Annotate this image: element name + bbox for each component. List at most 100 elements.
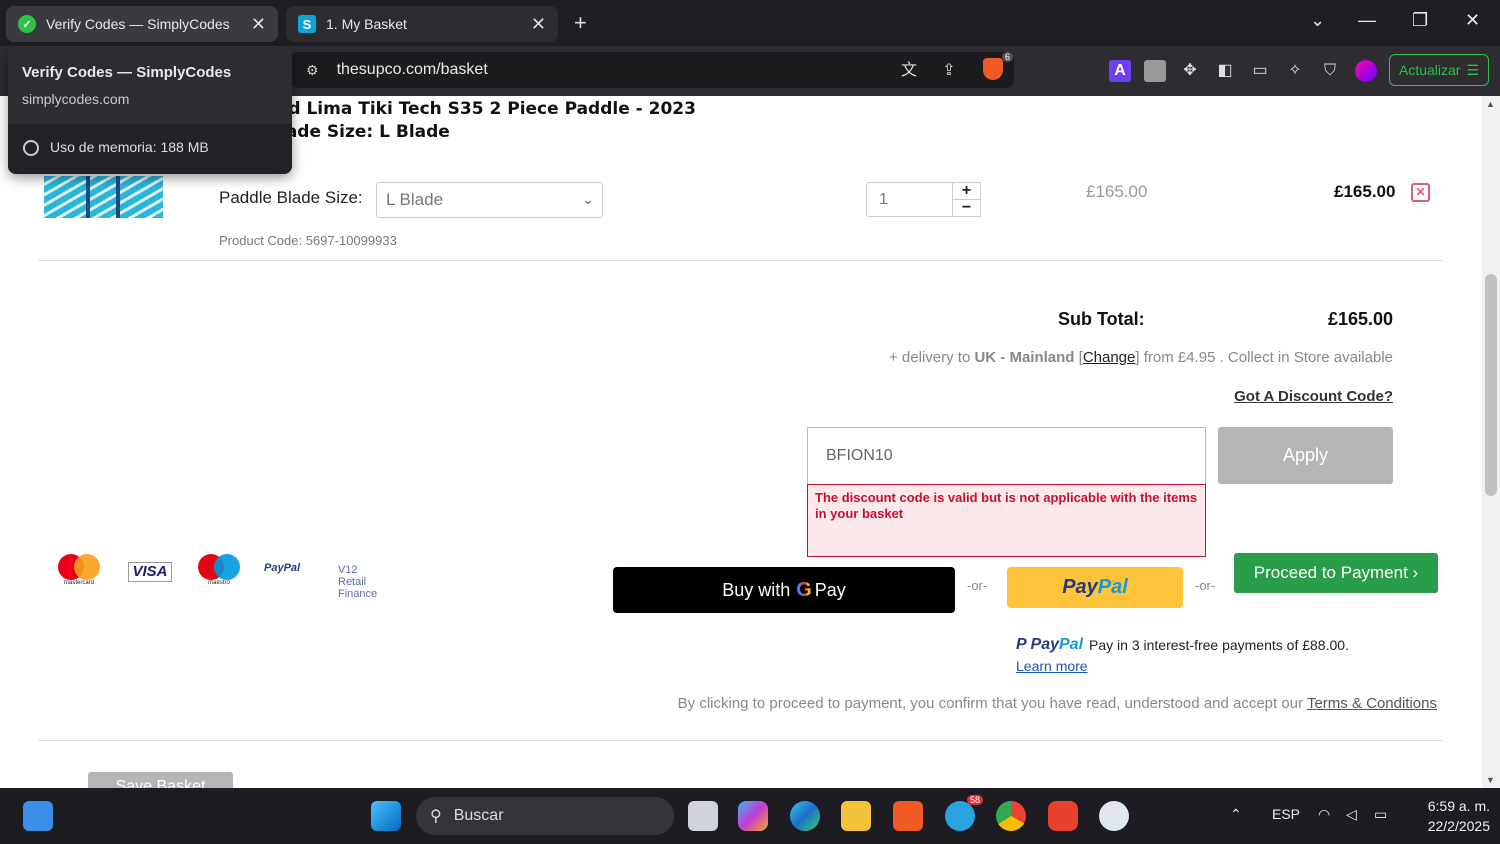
windows-taskbar: ⚲ Buscar 58 ⌃ ESP ◠ ◁ ▭ 6:59 a. m. 22/2/… [0,788,1500,844]
update-button[interactable]: Actualizar ☰ [1389,54,1489,86]
wifi-icon[interactable]: ◠ [1318,806,1330,823]
delivery-prefix: + delivery to [889,349,971,366]
scroll-down-arrow-icon[interactable]: ▼ [1486,775,1495,785]
blade-size-select[interactable]: L Blade ⌄ [376,182,603,218]
paypal-logo: PayPal [264,562,301,574]
file-explorer-icon[interactable] [841,801,871,831]
subtotal-label: Sub Total: [1058,309,1145,329]
brave-browser-icon[interactable] [893,801,923,831]
extensions-puzzle-icon[interactable]: ✥ [1179,60,1201,82]
apply-discount-button[interactable]: Apply [1218,427,1393,484]
quantity-decrease-button[interactable]: − [952,199,981,217]
taskbar-search[interactable]: ⚲ Buscar [416,797,674,835]
paypal-pay-in-3-message: P PayPal Pay in 3 interest-free payments… [1016,636,1349,654]
paypal-message-logo: P PayPal [1016,636,1084,653]
extension-a-icon[interactable]: A [1109,60,1131,82]
product-title-line: rd Lima Tiki Tech S35 2 Piece Paddle - 2… [280,99,696,119]
minimize-button[interactable]: — [1358,10,1376,31]
wallet-icon[interactable]: ▭ [1249,60,1271,82]
scroll-up-arrow-icon[interactable]: ▲ [1486,99,1495,109]
product-title[interactable]: rd Lima Tiki Tech S35 2 Piece Paddle - 2… [280,98,696,144]
delivery-suffix: from £4.95 . Collect in Store available [1143,349,1393,366]
size-label: Paddle Blade Size: [219,188,363,207]
language-indicator[interactable]: ESP [1272,806,1300,822]
browser-tab-strip: ✓ Verify Codes — SimplyCodes ✕ S 1. My B… [0,0,1500,46]
tab-my-basket[interactable]: S 1. My Basket ✕ [286,6,558,42]
gpay-pay: Pay [814,579,846,600]
widgets-icon[interactable] [23,801,53,831]
close-window-button[interactable]: ✕ [1465,10,1480,31]
quantity-increase-button[interactable]: + [952,182,981,200]
telegram-icon[interactable]: 58 [945,795,983,831]
new-tab-button[interactable]: + [574,10,587,36]
site-settings-icon[interactable]: ⚙ [306,62,319,79]
supco-favicon-icon: S [298,15,316,33]
quantity-input[interactable]: 1 [866,182,953,217]
hover-card-title: Verify Codes — SimplyCodes [22,64,232,81]
show-hidden-icons-chevron-icon[interactable]: ⌃ [1230,806,1242,823]
delivery-region: UK - Mainland [974,349,1075,366]
change-delivery-link[interactable]: Change [1083,349,1136,366]
edge-icon[interactable] [790,801,820,831]
terms-notice: By clicking to proceed to payment, you c… [678,695,1437,712]
clock-app-icon[interactable] [1099,801,1129,831]
maestro-logo: maestro [198,554,240,586]
extension-image-icon[interactable] [1144,60,1166,82]
remove-item-icon[interactable]: ✕ [1411,183,1430,202]
close-tab-icon[interactable]: ✕ [531,14,546,35]
close-tab-icon[interactable]: ✕ [251,14,266,35]
volume-icon[interactable]: ◁ [1346,806,1357,823]
divider [38,260,1443,261]
discount-code-link[interactable]: Got A Discount Code? [1234,388,1393,405]
or-separator: -or- [967,578,988,593]
discount-code-input[interactable]: BFION10 [807,427,1206,484]
product-image[interactable] [44,176,163,218]
task-view-icon[interactable] [688,801,718,831]
product-code: Product Code: 5697-10099933 [219,233,397,248]
translate-icon[interactable]: 文 [898,60,920,82]
share-icon[interactable]: ⇪ [938,60,960,82]
copilot-icon[interactable] [738,801,768,831]
proceed-to-payment-button[interactable]: Proceed to Payment › [1234,553,1438,593]
hover-card-memory: Uso de memoria: 188 MB [8,124,292,174]
paypal-message-text: Pay in 3 interest-free payments of £88.0… [1089,637,1349,653]
paypal-button[interactable]: Pay Pal [1007,567,1183,608]
clock-time: 6:59 a. m. [1427,798,1490,814]
subtotal-value: £165.00 [1328,309,1394,329]
tab-search-chevron-icon[interactable]: ⌄ [1310,10,1325,31]
save-basket-button[interactable]: Save Basket [88,772,233,788]
sidebar-toggle-icon[interactable]: ◧ [1214,60,1236,82]
telegram-badge: 58 [966,795,983,805]
line-total: £165.00 [1334,182,1396,201]
visa-logo: VISA [128,562,172,582]
vpn-shield-icon[interactable]: ⛉ [1319,60,1341,82]
paypal-pal-text: Pal [1097,576,1128,598]
terms-prefix: By clicking to proceed to payment, you c… [677,695,1304,712]
office-wps-icon[interactable] [1048,801,1078,831]
learn-more-link[interactable]: Learn more [1016,658,1088,674]
profile-avatar-icon[interactable] [1355,60,1377,82]
page-scrollbar[interactable]: ▲ ▼ [1482,96,1500,788]
leo-ai-icon[interactable]: ✧ [1284,60,1306,82]
google-pay-button[interactable]: Buy with G Pay [613,567,955,613]
terms-conditions-link[interactable]: Terms & Conditions [1307,695,1437,712]
chevron-down-icon: ⌄ [582,191,594,207]
menu-hamburger-icon: ☰ [1466,61,1480,78]
windows-start-icon[interactable] [371,801,401,831]
tab-verify-codes[interactable]: ✓ Verify Codes — SimplyCodes ✕ [6,6,278,42]
chrome-icon[interactable] [996,801,1026,831]
system-clock[interactable]: 6:59 a. m. 22/2/2025 [1410,796,1490,836]
scrollbar-thumb[interactable] [1485,274,1497,496]
clock-date: 22/2/2025 [1427,818,1490,834]
update-label: Actualizar [1398,62,1461,78]
tab-hover-card: Verify Codes — SimplyCodes simplycodes.c… [8,46,292,174]
battery-icon[interactable]: ▭ [1374,806,1387,823]
paddle-shaft [116,176,120,218]
brave-shield-icon[interactable]: 6 [983,52,1013,80]
tab-title: 1. My Basket [326,16,407,32]
memory-usage-text: Uso de memoria: 188 MB [50,139,209,155]
paypal-pay-text: Pay [1062,576,1098,598]
delivery-info: + delivery to UK - Mainland [Change] fro… [889,349,1393,366]
maximize-button[interactable]: ❐ [1412,10,1428,31]
product-title-line: lade Size: L Blade [280,122,450,142]
